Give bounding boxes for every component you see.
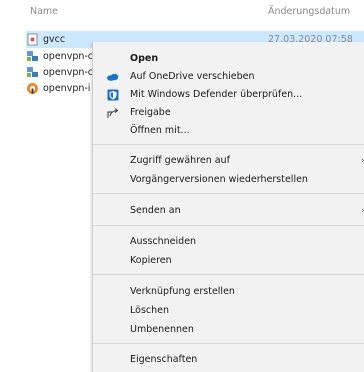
menu-item-onedrive[interactable]: Auf OneDrive verschieben <box>93 67 364 86</box>
openvpn-installer-icon <box>27 83 38 94</box>
column-date-header[interactable]: Änderungsdatum <box>268 6 350 17</box>
menu-separator <box>93 274 364 275</box>
file-name: openvpn-i <box>43 83 91 94</box>
network-config-icon <box>27 51 38 61</box>
menu-item-label: Mit Windows Defender überprüfen... <box>130 89 303 100</box>
menu-separator <box>93 144 364 145</box>
menu-item-restore-versions[interactable]: Vorgängerversionen wiederherstellen <box>93 170 364 189</box>
menu-item-label: Open <box>130 53 159 64</box>
menu-item-label: Kopieren <box>130 255 172 266</box>
menu-item-label: Auf OneDrive verschieben <box>130 71 255 82</box>
menu-item-send-to[interactable]: Senden an › <box>93 201 364 220</box>
network-config-icon <box>27 67 38 77</box>
column-header: Name Änderungsdatum <box>0 0 364 22</box>
menu-item-label: Zugriff gewähren auf <box>130 155 230 166</box>
menu-item-open-with[interactable]: Öffnen mit... <box>93 121 364 140</box>
menu-item-rename[interactable]: Umbenennen <box>93 320 364 339</box>
menu-item-label: Ausschneiden <box>130 236 197 247</box>
menu-item-label: Vorgängerversionen wiederherstellen <box>130 174 308 185</box>
menu-item-label: Verknüpfung erstellen <box>130 286 235 297</box>
document-icon <box>27 33 38 46</box>
menu-separator <box>93 343 364 344</box>
menu-item-copy[interactable]: Kopieren <box>93 251 364 270</box>
menu-item-label: Umbenennen <box>130 324 194 335</box>
context-menu: Open Auf OneDrive verschieben Mit Window… <box>92 42 364 372</box>
menu-separator <box>93 225 364 226</box>
menu-item-create-shortcut[interactable]: Verknüpfung erstellen <box>93 282 364 301</box>
menu-item-label: Senden an <box>130 205 181 216</box>
file-name: openvpn-c <box>43 51 94 62</box>
menu-item-grant-access[interactable]: Zugriff gewähren auf › <box>93 151 364 170</box>
file-name: gvcc <box>43 34 66 45</box>
menu-item-label: Freigabe <box>130 107 171 118</box>
menu-item-share[interactable]: Freigabe <box>93 103 364 122</box>
defender-shield-icon <box>106 88 119 101</box>
menu-separator <box>93 193 364 194</box>
menu-item-label: Öffnen mit... <box>130 125 190 136</box>
share-icon <box>106 106 119 119</box>
file-name: openvpn-c <box>43 67 94 78</box>
menu-item-delete[interactable]: Löschen <box>93 301 364 320</box>
menu-item-open[interactable]: Open <box>93 49 364 68</box>
menu-item-defender[interactable]: Mit Windows Defender überprüfen... <box>93 85 364 104</box>
menu-item-label: Eigenschaften <box>130 354 198 365</box>
menu-item-properties[interactable]: Eigenschaften <box>93 350 364 369</box>
onedrive-cloud-icon <box>106 70 119 83</box>
menu-item-label: Löschen <box>130 305 169 316</box>
menu-item-cut[interactable]: Ausschneiden <box>93 232 364 251</box>
column-name-header[interactable]: Name <box>30 6 58 17</box>
